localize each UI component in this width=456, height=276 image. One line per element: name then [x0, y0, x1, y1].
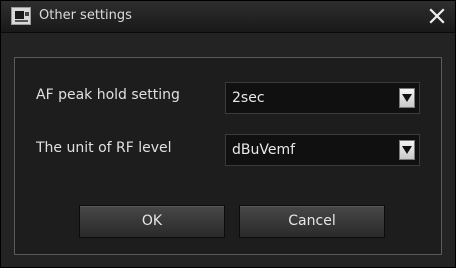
rf-level-unit-label: The unit of RF level [36, 140, 172, 156]
af-peak-hold-label: AF peak hold setting [36, 87, 180, 103]
af-peak-hold-select[interactable]: 2sec [225, 82, 420, 114]
cancel-button[interactable]: Cancel [239, 205, 385, 238]
chevron-down-icon[interactable] [399, 88, 415, 108]
window-title: Other settings [39, 8, 132, 23]
rf-level-unit-select[interactable]: dBuVemf [225, 134, 420, 166]
title-bar: Other settings [1, 1, 455, 33]
rf-level-unit-value: dBuVemf [232, 142, 296, 158]
settings-panel: AF peak hold setting 2sec The unit of RF… [14, 57, 442, 255]
other-settings-dialog: Other settings AF peak hold setting 2sec… [0, 0, 456, 268]
ok-button[interactable]: OK [79, 205, 225, 238]
chevron-down-icon[interactable] [399, 140, 415, 160]
close-icon[interactable] [425, 4, 449, 28]
app-icon [11, 7, 31, 25]
af-peak-hold-value: 2sec [232, 90, 265, 106]
